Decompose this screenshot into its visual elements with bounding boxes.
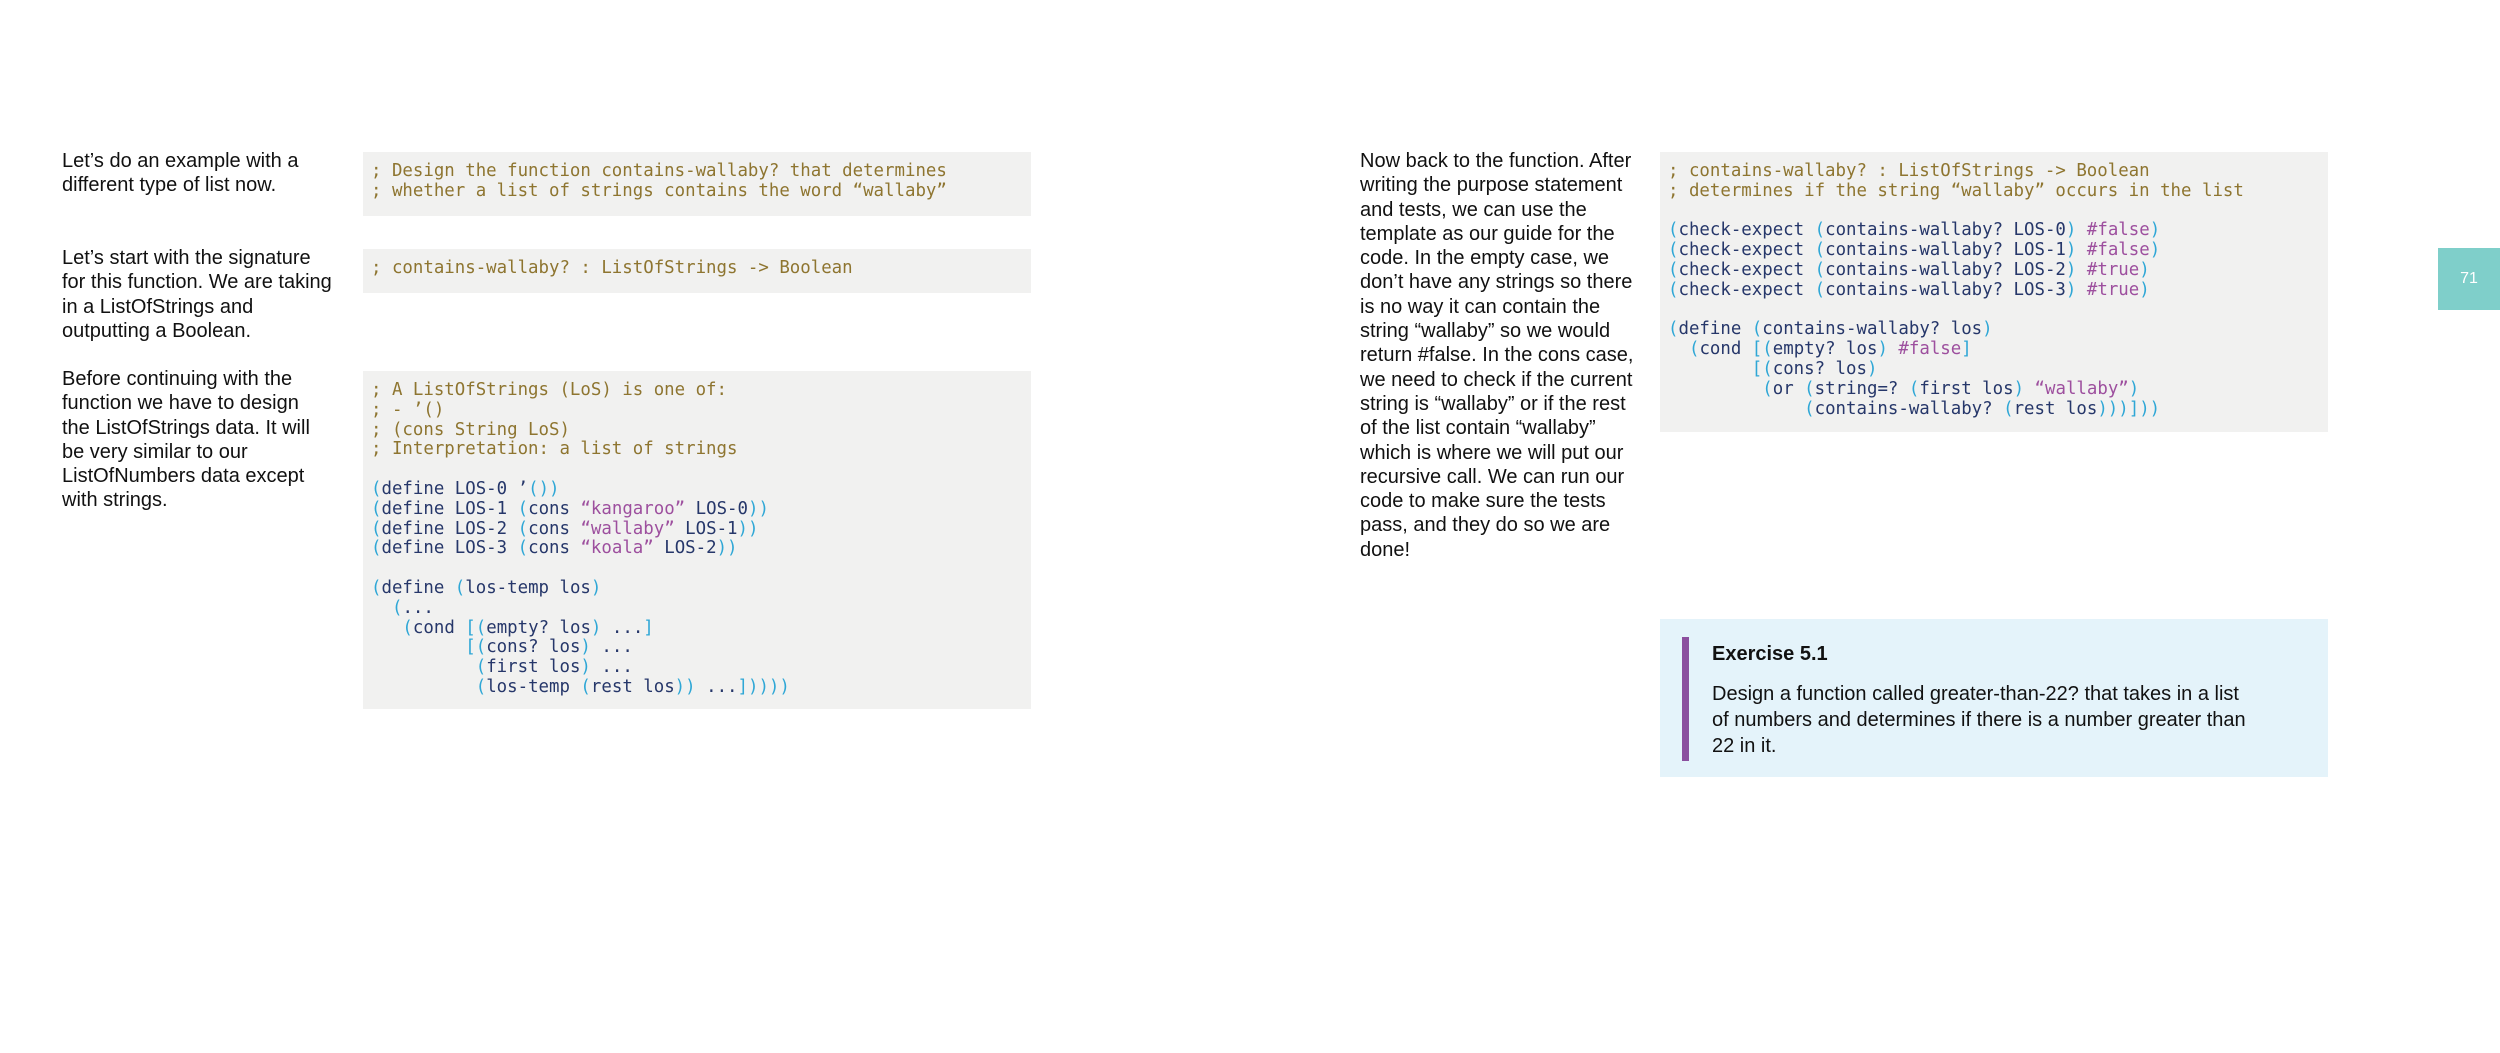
string-literal: “wallaby” bbox=[580, 518, 675, 539]
code-line-define-function: (define (contains-wallaby? los) bbox=[1668, 319, 1993, 340]
code-line-recursive-call: (contains-wallaby? (rest los)))])) bbox=[1804, 398, 2161, 419]
code-block-purpose: ; Design the function contains-wallaby? … bbox=[363, 152, 1031, 216]
code-comment-line: ; Design the function contains-wallaby? … bbox=[371, 161, 947, 181]
code-line-check-expect-1: (check-expect (contains-wallaby? LOS-1) … bbox=[1668, 240, 2161, 261]
code-comment-line: ; (cons String LoS) bbox=[371, 419, 570, 440]
code-line-template-define: (define (los-temp los) bbox=[371, 577, 602, 598]
code-block-signature: ; contains-wallaby? : ListOfStrings -> B… bbox=[363, 249, 1031, 293]
code-line-los-3: (define LOS-3 (cons “koala” LOS-2)) bbox=[371, 538, 738, 559]
code-line-check-expect-2: (check-expect (contains-wallaby? LOS-2) … bbox=[1668, 259, 2150, 280]
exercise-callout: Exercise 5.1 Design a function called gr… bbox=[1660, 619, 2328, 777]
code-line-template-rest: (los-temp (rest los)) ...])))) bbox=[475, 676, 790, 697]
signature-paragraph: Let’s start with the signature for this … bbox=[62, 247, 332, 342]
code-line-check-expect-0: (check-expect (contains-wallaby? LOS-0) … bbox=[1668, 220, 2161, 241]
code-block-function: ; contains-wallaby? : ListOfStrings -> B… bbox=[1660, 152, 2328, 432]
code-line-check-expect-3: (check-expect (contains-wallaby? LOS-3) … bbox=[1668, 279, 2150, 300]
function-explanation-paragraph: Now back to the function. After writing … bbox=[1360, 150, 1634, 561]
code-line-template-cons: [(cons? los) ... bbox=[465, 637, 633, 658]
intro-paragraph: Let’s do an example with a different typ… bbox=[62, 150, 299, 197]
string-literal: “wallaby” bbox=[2034, 378, 2129, 399]
code-comment-line: ; Interpretation: a list of strings bbox=[371, 439, 738, 460]
string-literal: “kangaroo” bbox=[580, 498, 686, 519]
code-comment-line: ; contains-wallaby? : ListOfStrings -> B… bbox=[1668, 161, 2150, 181]
code-line-template-cond: (cond [(empty? los) ...] bbox=[402, 617, 654, 638]
code-line-cond-cons: [(cons? los) bbox=[1751, 358, 1878, 379]
string-literal: “koala” bbox=[580, 538, 654, 559]
page-number: 71 bbox=[2460, 270, 2478, 287]
exercise-accent-bar bbox=[1682, 637, 1689, 761]
exercise-body: Design a function called greater-than-22… bbox=[1712, 683, 2246, 757]
code-line-los-1: (define LOS-1 (cons “kangaroo” LOS-0)) bbox=[371, 498, 769, 519]
code-line-cond-empty: (cond [(empty? los) #false] bbox=[1688, 339, 1972, 360]
code-line-template-first: (first los) ... bbox=[475, 657, 633, 678]
code-comment-line: ; contains-wallaby? : ListOfStrings -> B… bbox=[371, 258, 853, 278]
page-number-tab: 71 bbox=[2438, 248, 2500, 310]
code-block-data-definition: ; A ListOfStrings (LoS) is one of:; - ’(… bbox=[363, 371, 1031, 709]
exercise-title: Exercise 5.1 bbox=[1712, 643, 1828, 665]
code-comment-line: ; - ’() bbox=[371, 399, 445, 420]
code-comment-line: ; A ListOfStrings (LoS) is one of: bbox=[371, 380, 727, 400]
code-line-or: (or (string=? (first los) “wallaby”) bbox=[1762, 378, 2140, 399]
code-line-los-0: (define LOS-0 ’()) bbox=[371, 478, 560, 499]
code-comment-line: ; whether a list of strings contains the… bbox=[371, 180, 947, 201]
data-definition-paragraph: Before continuing with the function we h… bbox=[62, 368, 310, 512]
code-comment-line: ; determines if the string “wallaby” occ… bbox=[1668, 180, 2244, 201]
code-line-template-body: (... bbox=[391, 597, 434, 618]
code-line-los-2: (define LOS-2 (cons “wallaby” LOS-1)) bbox=[371, 518, 759, 539]
